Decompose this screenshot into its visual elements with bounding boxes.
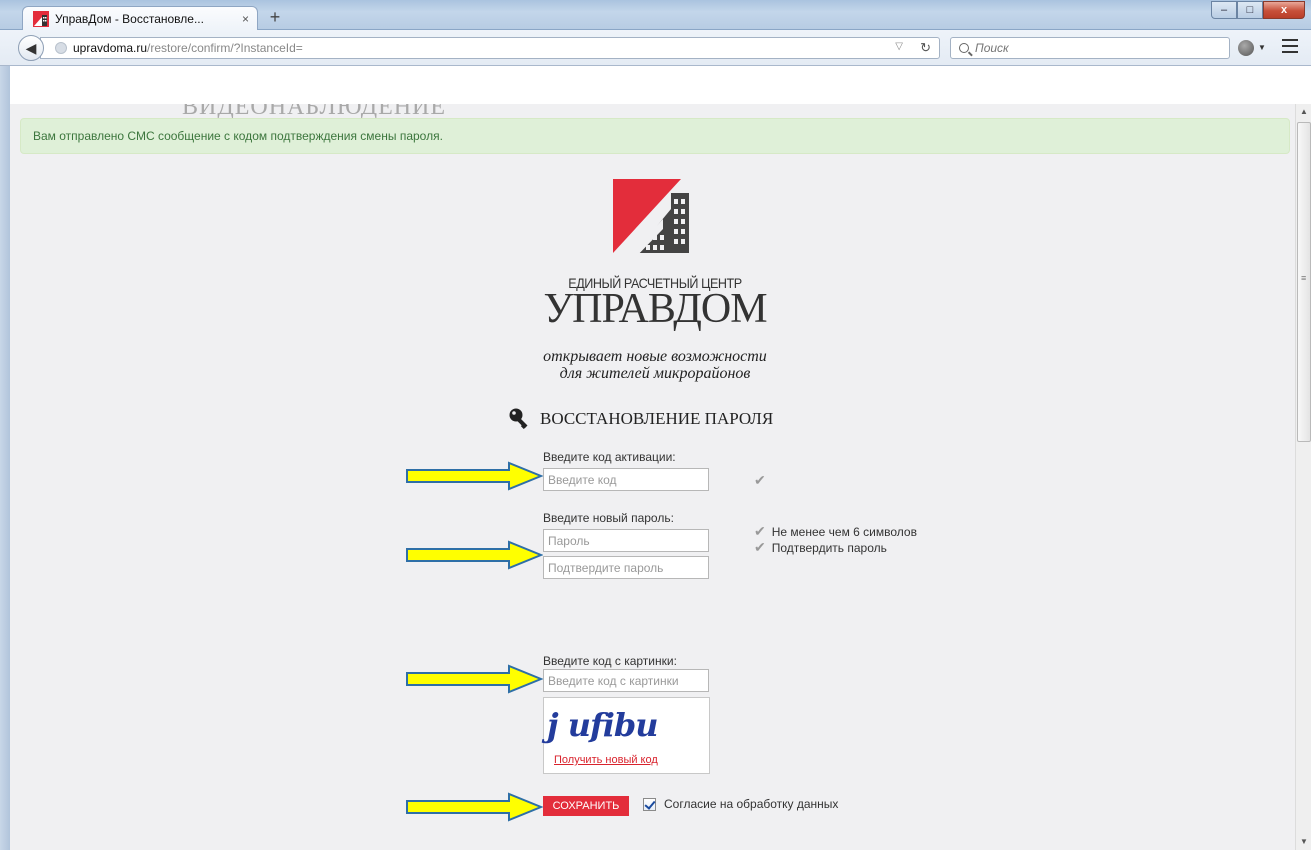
consent-label: Согласие на обработку данных <box>664 797 839 811</box>
site-favicon-icon <box>33 11 49 27</box>
company-logo-icon <box>613 179 699 262</box>
captcha-input[interactable] <box>543 669 709 692</box>
annotation-arrow-icon <box>406 461 543 491</box>
scroll-up-icon[interactable]: ▲ <box>1296 104 1311 120</box>
page-viewport: ВИДЕОНАБЛЮДЕНИЕ Вам отправлено СМС сообщ… <box>10 104 1295 850</box>
brand-name: УПРАВДОМ <box>543 286 767 332</box>
activation-code-input[interactable] <box>543 468 709 491</box>
new-tab-button[interactable]: + <box>266 8 284 26</box>
brand-tagline: открывает новые возможности для жителей … <box>410 348 900 382</box>
consent-checkbox-row: Согласие на обработку данных <box>643 797 838 811</box>
hint-min-length: ✔ Не менее чем 6 символов <box>754 523 917 540</box>
hint-confirm-text: Подтвердить пароль <box>771 540 887 555</box>
save-button[interactable]: СОХРАНИТЬ <box>543 796 629 816</box>
hint-confirm-password: ✔ Подтвердить пароль <box>754 539 887 556</box>
annotation-arrow-icon <box>406 664 543 694</box>
browser-nav-bar: upravdoma.ru/restore/confirm/?InstanceId… <box>0 30 1311 66</box>
captcha-image: j ufibu <box>547 706 659 744</box>
tagline-line-1: открывает новые возможности <box>543 348 767 365</box>
browser-tab[interactable]: УправДом - Восстановле... × <box>22 6 258 31</box>
tab-close-icon[interactable]: × <box>242 12 249 26</box>
annotation-arrow-icon <box>406 540 543 570</box>
window-controls: – □ x <box>1211 1 1305 19</box>
key-icon <box>509 408 528 429</box>
browser-title-bar: УправДом - Восстановле... × + – □ x <box>0 0 1311 31</box>
back-arrow-icon: ◀ <box>25 39 37 56</box>
scroll-down-icon[interactable]: ▼ <box>1296 834 1311 850</box>
reload-icon[interactable]: ↻ <box>920 40 931 56</box>
check-icon: ✔ <box>754 539 766 555</box>
search-box[interactable] <box>950 37 1230 59</box>
scroll-thumb[interactable] <box>1297 122 1311 442</box>
annotation-arrow-icon <box>406 792 543 822</box>
window-left-frame <box>0 66 10 850</box>
maximize-button[interactable]: □ <box>1237 1 1263 19</box>
url-path: /restore/confirm/?InstanceId= <box>147 41 303 55</box>
page-scrollbar[interactable]: ▲ ▼ <box>1295 104 1311 850</box>
activation-code-label: Введите код активации: <box>543 450 676 464</box>
minimize-button[interactable]: – <box>1211 1 1237 19</box>
addon-globe-icon[interactable] <box>1238 40 1254 56</box>
confirm-password-input[interactable] <box>543 556 709 579</box>
new-password-label: Введите новый пароль: <box>543 511 674 525</box>
url-text: upravdoma.ru/restore/confirm/?InstanceId… <box>73 41 303 55</box>
activation-check-icon: ✔ <box>754 472 766 488</box>
tagline-line-2: для жителей микрорайонов <box>559 365 751 382</box>
captcha-label: Введите код с картинки: <box>543 654 677 668</box>
tab-title: УправДом - Восстановле... <box>55 12 204 26</box>
close-window-button[interactable]: x <box>1263 1 1305 19</box>
captcha-box: j ufibu Получить новый код <box>543 697 710 774</box>
search-icon <box>959 43 969 53</box>
page-title: ВОССТАНОВЛЕНИЕ ПАРОЛЯ <box>508 407 773 431</box>
search-input[interactable] <box>975 41 1215 55</box>
url-dropdown-icon[interactable]: ▽ <box>895 41 903 52</box>
hint-min-length-text: Не менее чем 6 символов <box>771 524 917 539</box>
hamburger-menu-icon[interactable] <box>1282 39 1298 57</box>
captcha-refresh-link[interactable]: Получить новый код <box>554 754 658 766</box>
consent-checkbox[interactable] <box>643 797 656 811</box>
check-icon: ✔ <box>754 523 766 539</box>
site-identity-icon[interactable] <box>55 42 67 54</box>
address-bar[interactable]: upravdoma.ru/restore/confirm/?InstanceId… <box>40 37 940 59</box>
back-button[interactable]: ◀ <box>18 35 44 61</box>
password-input[interactable] <box>543 529 709 552</box>
url-host: upravdoma.ru <box>73 41 148 55</box>
sms-sent-alert: Вам отправлено СМС сообщение с кодом под… <box>20 118 1290 154</box>
section-title-text: ВОССТАНОВЛЕНИЕ ПАРОЛЯ <box>540 409 774 428</box>
addon-dropdown-icon[interactable]: ▼ <box>1258 43 1266 52</box>
